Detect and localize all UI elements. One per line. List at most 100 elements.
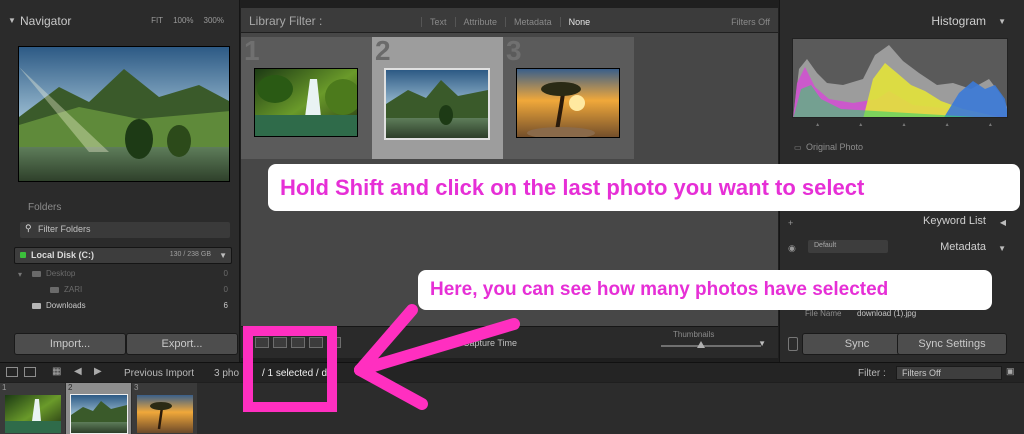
left-panel: ▼ Navigator FIT 100% 300% Folders ⚲ Filt… <box>0 0 240 362</box>
filmstrip-cell-3[interactable]: 3 <box>132 383 197 434</box>
grid-cell-3[interactable]: 3 <box>503 35 634 159</box>
source-label[interactable]: Previous Import <box>124 368 194 379</box>
sync-settings-button[interactable]: Sync Settings <box>897 333 1007 355</box>
primary-display-icon[interactable] <box>6 367 18 377</box>
toolbar-menu-icon[interactable]: ▼ <box>758 339 766 348</box>
keyword-list-title[interactable]: Keyword List <box>923 215 986 227</box>
histogram-title: Histogram <box>931 14 986 28</box>
filmstrip-cell-2[interactable]: 2 <box>66 383 131 434</box>
expand-triangle-icon[interactable]: ▾ <box>18 270 22 279</box>
folder-icon <box>50 287 59 293</box>
volume-local-disk[interactable]: Local Disk (C:) 130 / 238 GB ▼ <box>14 247 232 264</box>
auto-sync-switch-icon[interactable] <box>788 337 798 351</box>
histogram-curves <box>793 45 1007 117</box>
filter-select-value: Filters Off <box>902 368 941 378</box>
annotation-arrow-icon <box>354 304 520 410</box>
histogram-collapse-icon[interactable]: ▼ <box>998 17 1006 26</box>
folder-row-desktop[interactable]: ▾ Desktop 0 <box>18 267 232 284</box>
folder-row-zari[interactable]: ZARI 0 <box>18 283 232 300</box>
metadata-preset-value: Default <box>814 242 837 249</box>
histogram-handles[interactable]: ▴ ▴ ▴ ▴ ▴ <box>796 121 1012 128</box>
folder-row-downloads[interactable]: Downloads 6 <box>18 299 232 316</box>
arrow-right-icon[interactable]: ▶ <box>94 366 102 377</box>
disk-status-icon <box>20 252 26 258</box>
filmstrip-cell-1[interactable]: 1 <box>0 383 65 434</box>
photo-thumbnail-sunset-tree[interactable] <box>516 68 620 138</box>
handle-icon[interactable]: ▴ <box>859 121 862 128</box>
export-button[interactable]: Export... <box>126 333 238 355</box>
navigator-preview[interactable] <box>18 46 230 182</box>
histogram-graph <box>792 38 1008 118</box>
secondary-display-icon[interactable] <box>24 367 36 377</box>
collapse-triangle-icon[interactable]: ▼ <box>8 16 16 25</box>
filmstrip-thumb-waterfall <box>5 395 61 433</box>
zoom-300[interactable]: 300% <box>204 16 224 25</box>
file-name-value[interactable]: download (1).jpg <box>857 309 916 318</box>
metadata-preset-select[interactable]: Default <box>808 240 888 253</box>
filter-option-none[interactable]: None <box>559 17 599 27</box>
folder-count: 0 <box>223 269 228 278</box>
folder-count: 0 <box>223 285 228 294</box>
thumbnails-label: Thumbnails <box>673 330 715 339</box>
photo-thumbnail-lake[interactable] <box>384 68 490 140</box>
slider-knob-icon[interactable] <box>697 341 705 348</box>
grid-cell-2[interactable]: 2 <box>372 35 503 159</box>
waterfall-image <box>255 69 357 136</box>
handle-icon[interactable]: ▴ <box>816 121 819 128</box>
filter-label: Filter : <box>858 368 886 379</box>
sunset-tree-image <box>517 69 619 137</box>
photo-thumbnail-waterfall[interactable] <box>254 68 358 137</box>
cell-number: 3 <box>506 35 522 66</box>
import-button[interactable]: Import... <box>14 333 126 355</box>
filmstrip-number: 3 <box>134 383 139 392</box>
folders-header[interactable]: Folders <box>28 202 61 213</box>
handle-icon[interactable]: ▴ <box>902 121 905 128</box>
handle-icon[interactable]: ▴ <box>946 121 949 128</box>
folder-label: Downloads <box>46 301 86 310</box>
zoom-100[interactable]: 100% <box>173 16 193 25</box>
image-icon: ▭ <box>794 143 802 152</box>
highlight-box <box>243 326 337 412</box>
keyword-list-collapse-icon[interactable]: ◀ <box>1000 218 1006 227</box>
navigator-preview-image <box>19 47 229 181</box>
filters-status[interactable]: Filters Off <box>731 17 770 27</box>
filmstrip-thumb-sunset-tree <box>137 395 193 433</box>
filter-option-metadata[interactable]: Metadata <box>505 17 560 27</box>
grid-icon[interactable]: ▦ <box>52 366 61 377</box>
eye-icon[interactable]: ◉ <box>788 243 796 254</box>
library-filter-options: Text Attribute Metadata None <box>421 17 598 27</box>
grid-cell-1[interactable]: 1 <box>241 35 372 159</box>
folder-label: ZARI <box>64 285 83 294</box>
cell-number: 2 <box>375 35 391 66</box>
folder-count: 6 <box>223 301 228 310</box>
handle-icon[interactable]: ▴ <box>989 121 992 128</box>
search-icon: ⚲ <box>25 223 32 233</box>
filter-folders-placeholder: Filter Folders <box>38 224 91 234</box>
file-name-label: File Name <box>805 309 842 318</box>
add-icon[interactable]: + <box>788 218 793 228</box>
sync-button[interactable]: Sync <box>802 333 912 355</box>
volume-label: Local Disk (C:) <box>31 250 95 260</box>
navigator-header[interactable]: ▼ Navigator FIT 100% 300% <box>0 8 240 34</box>
metadata-title[interactable]: Metadata <box>940 241 986 253</box>
navigator-zoom-options: FIT 100% 300% <box>151 16 224 25</box>
callout-hold-shift: Hold Shift and click on the last photo y… <box>268 164 1020 211</box>
lake-image <box>386 70 488 138</box>
library-filter-title: Library Filter : <box>249 14 323 28</box>
filmstrip-thumb-lake <box>70 394 128 434</box>
volume-size: 130 / 238 GB <box>169 251 211 258</box>
filter-option-text[interactable]: Text <box>421 17 455 27</box>
filter-select[interactable]: Filters Off <box>896 366 1002 380</box>
filter-lock-icon[interactable]: ▣ <box>1006 366 1015 377</box>
metadata-collapse-icon[interactable]: ▼ <box>998 244 1006 253</box>
filter-folders-input[interactable]: ⚲ Filter Folders <box>20 222 230 238</box>
folder-icon <box>32 303 41 309</box>
volume-collapse-icon[interactable]: ▼ <box>219 251 227 260</box>
filter-option-attribute[interactable]: Attribute <box>454 17 506 27</box>
original-photo-label: Original Photo <box>806 142 864 152</box>
arrow-left-icon[interactable]: ◀ <box>74 366 82 377</box>
folder-label: Desktop <box>46 269 76 278</box>
zoom-fit[interactable]: FIT <box>151 16 163 25</box>
filmstrip-number: 2 <box>68 383 73 392</box>
thumbnail-size-slider[interactable] <box>661 345 761 347</box>
